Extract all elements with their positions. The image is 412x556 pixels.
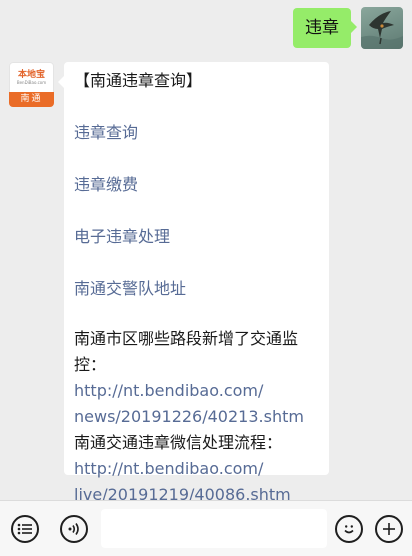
avatar-domain-text: BenDiBao.com bbox=[16, 80, 47, 85]
emoji-icon[interactable] bbox=[335, 515, 363, 543]
menu-link-electronic-violation[interactable]: 电子违章处理 bbox=[74, 224, 319, 250]
info-label-wechat-process: 南通交通违章微信处理流程： bbox=[74, 433, 283, 452]
avatar-logo: 本地宝 BenDiBao.com bbox=[9, 62, 54, 92]
outgoing-message-row: 违章 bbox=[293, 7, 403, 49]
plus-sign-icon bbox=[383, 523, 395, 535]
menu-link-violation-payment[interactable]: 违章缴费 bbox=[74, 172, 319, 198]
chat-area[interactable]: 违章 本地宝 BenDiBao.com 南通 【南通违章查询】 违章查询 违章缴… bbox=[0, 0, 412, 504]
smile-face-icon bbox=[344, 525, 354, 534]
info-link-monitoring-line[interactable]: news/20191226/40213.shtm bbox=[74, 404, 319, 430]
menu-link-violation-query[interactable]: 违章查询 bbox=[74, 120, 319, 146]
outgoing-message-bubble[interactable]: 违章 bbox=[293, 8, 357, 48]
avatar-brand-text: 本地宝 bbox=[17, 70, 45, 80]
info-link-monitoring[interactable]: http://nt.bendibao.com/ news/20191226/40… bbox=[74, 378, 319, 430]
plus-icon[interactable] bbox=[375, 515, 403, 543]
incoming-message-row: 本地宝 BenDiBao.com 南通 【南通违章查询】 违章查询 违章缴费 电… bbox=[9, 62, 329, 504]
info-block: 南通市区哪些路段新增了交通监控： http://nt.bendibao.com/… bbox=[74, 326, 319, 508]
menu-list-icon[interactable] bbox=[11, 515, 39, 543]
message-input[interactable] bbox=[101, 509, 327, 548]
bottom-toolbar bbox=[0, 500, 412, 556]
reply-title: 【南通违章查询】 bbox=[74, 71, 203, 90]
outgoing-message-text: 违章 bbox=[305, 18, 339, 38]
sound-wave-icon bbox=[68, 523, 79, 535]
voice-icon[interactable] bbox=[60, 515, 88, 543]
info-link-monitoring-line[interactable]: http://nt.bendibao.com/ bbox=[74, 378, 319, 404]
list-lines-icon bbox=[17, 523, 32, 535]
menu-link-police-address[interactable]: 南通交警队地址 bbox=[74, 276, 319, 302]
incoming-message-bubble: 【南通违章查询】 违章查询 违章缴费 电子违章处理 南通交警队地址 南通市区哪些… bbox=[58, 62, 329, 504]
user-avatar[interactable] bbox=[361, 7, 403, 49]
bird-photo-icon bbox=[361, 11, 403, 49]
bendibao-avatar[interactable]: 本地宝 BenDiBao.com 南通 bbox=[9, 62, 54, 107]
info-link-wechat-line[interactable]: http://nt.bendibao.com/ bbox=[74, 456, 319, 482]
avatar-city-label: 南通 bbox=[9, 92, 54, 107]
info-label-monitoring: 南通市区哪些路段新增了交通监控： bbox=[74, 329, 299, 374]
